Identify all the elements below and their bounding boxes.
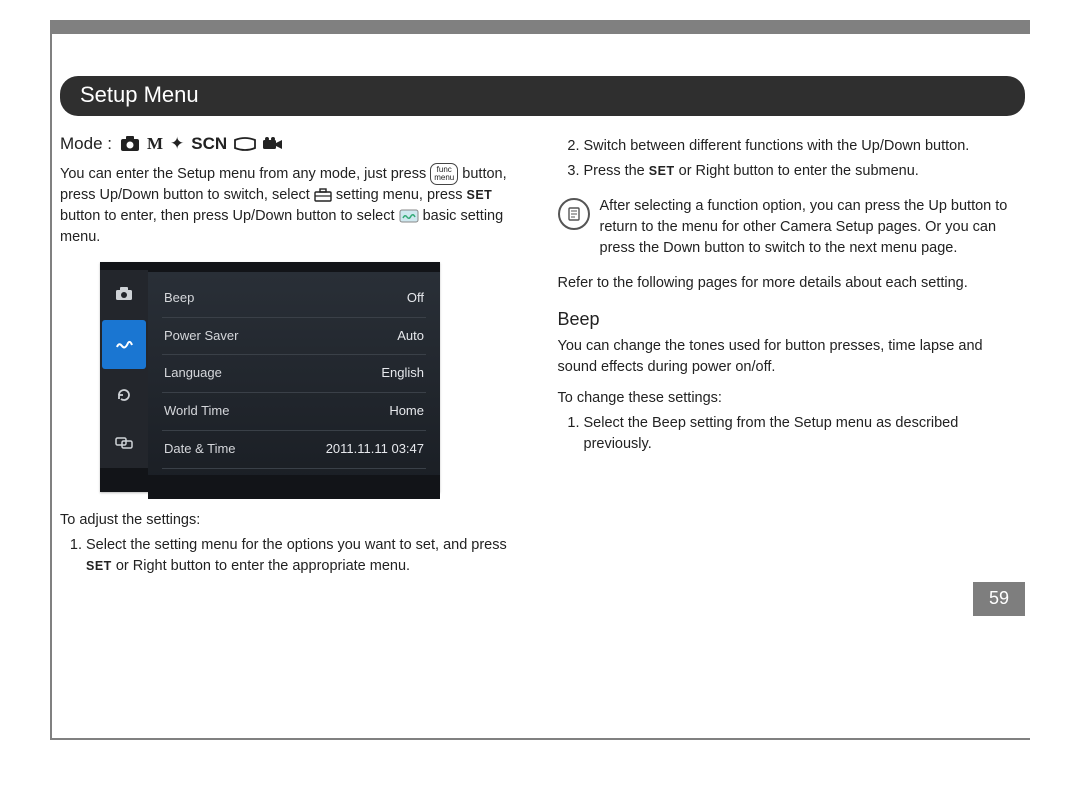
- manual-m-icon: M: [147, 132, 163, 157]
- mode-row: Mode : M ✦ SCN: [60, 132, 528, 157]
- camera-lcd: BeepOff Power SaverAuto LanguageEnglish …: [100, 262, 440, 492]
- func-menu-button-icon: funcmenu: [430, 163, 458, 185]
- beep-steps: Select the Beep setting from the Setup m…: [558, 413, 1026, 455]
- intro-c: setting menu, press: [336, 187, 467, 203]
- page-number: 59: [973, 582, 1025, 616]
- lcd-menu: BeepOff Power SaverAuto LanguageEnglish …: [148, 262, 440, 492]
- basic-setting-icon: [399, 209, 419, 223]
- toolbox-icon: [314, 188, 332, 202]
- adjust-step-2: Switch between different functions with …: [584, 136, 1026, 157]
- section-title: Setup Menu: [60, 76, 1025, 116]
- lcd-row-datetime: Date & Time2011.11.11 03:47: [162, 431, 426, 469]
- intro-paragraph: You can enter the Setup menu from any mo…: [60, 163, 528, 248]
- set-label-1: SET: [466, 188, 492, 202]
- lcd-side-camera-icon: [100, 270, 148, 319]
- note-text: After selecting a function option, you c…: [600, 196, 1026, 259]
- beep-change-heading: To change these settings:: [558, 388, 1026, 409]
- lcd-row-powersaver: Power SaverAuto: [162, 318, 426, 356]
- adjust-heading: To adjust the settings:: [60, 510, 528, 531]
- adjust-steps-cont: Switch between different functions with …: [558, 136, 1026, 182]
- note-block: After selecting a function option, you c…: [558, 196, 1026, 259]
- adjust-step-1: Select the setting menu for the options …: [86, 535, 528, 577]
- mode-icons: M ✦ SCN: [120, 132, 283, 157]
- scn-text: SCN: [191, 132, 227, 157]
- note-icon: [558, 198, 590, 230]
- intro-d: button to enter, then press Up/Down butt…: [60, 208, 399, 224]
- camera-icon: [120, 136, 140, 152]
- refer-text: Refer to the following pages for more de…: [558, 273, 1026, 294]
- intro-a: You can enter the Setup menu from any mo…: [60, 165, 430, 181]
- panorama-icon: [234, 137, 256, 151]
- lcd-side-refresh-icon: [100, 371, 148, 420]
- sparkle-icon: ✦: [170, 132, 184, 157]
- beep-step-1: Select the Beep setting from the Setup m…: [584, 413, 1026, 455]
- lcd-row-beep: BeepOff: [162, 280, 426, 318]
- beep-heading: Beep: [558, 306, 1026, 332]
- lcd-row-worldtime: World TimeHome: [162, 393, 426, 431]
- lcd-sidebar: [100, 262, 148, 492]
- set-label-2: SET: [86, 559, 112, 573]
- mode-label-text: Mode :: [60, 132, 112, 157]
- lcd-side-link-icon: [100, 419, 148, 468]
- movie-icon: [263, 137, 283, 151]
- adjust-steps: Select the setting menu for the options …: [60, 535, 528, 577]
- lcd-row-language: LanguageEnglish: [162, 355, 426, 393]
- beep-body: You can change the tones used for button…: [558, 336, 1026, 378]
- adjust-step-3: Press the SET or Right button to enter t…: [584, 161, 1026, 182]
- lcd-side-setup-icon: [102, 320, 146, 369]
- left-column: Mode : M ✦ SCN You can e: [60, 132, 528, 581]
- set-label-3: SET: [649, 164, 675, 178]
- right-column: Switch between different functions with …: [558, 132, 1026, 581]
